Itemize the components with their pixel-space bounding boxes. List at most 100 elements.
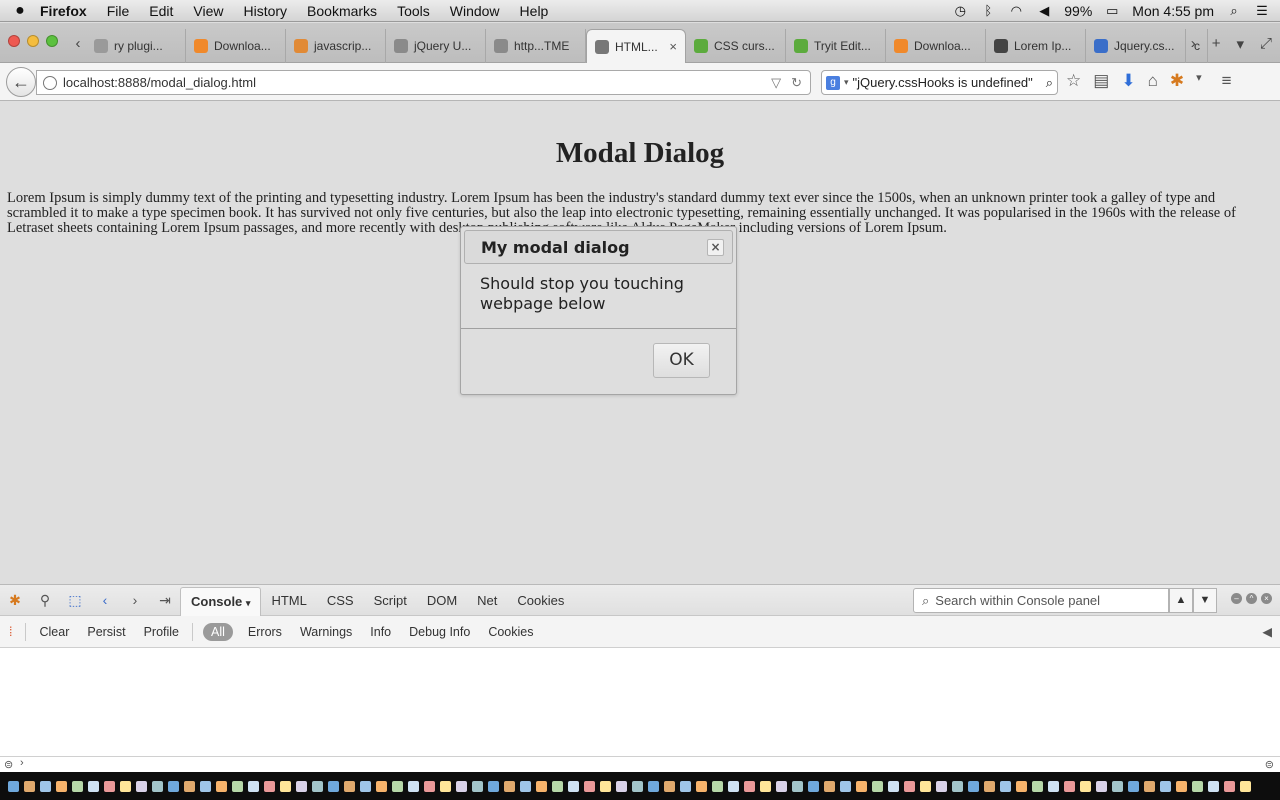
browser-tab[interactable]: Jquery.cs...: [1086, 29, 1186, 63]
open-menu-icon[interactable]: ≡: [1222, 71, 1232, 91]
search-previous-button[interactable]: ▲: [1169, 588, 1193, 613]
menu-edit[interactable]: Edit: [149, 3, 173, 19]
command-editor-icon[interactable]: ⇥: [150, 592, 180, 609]
home-icon[interactable]: ⌂: [1148, 71, 1158, 91]
dock-app-icon[interactable]: [1000, 781, 1011, 792]
firebug-close-icon[interactable]: ×: [1261, 593, 1272, 604]
dock-app-icon[interactable]: [392, 781, 403, 792]
dock-app-icon[interactable]: [552, 781, 563, 792]
select-element-icon[interactable]: ⬚: [60, 592, 90, 609]
clear-button[interactable]: Clear: [30, 625, 78, 639]
command-line[interactable]: ⊜ › ⊜: [0, 756, 1280, 772]
browser-tab[interactable]: ry plugi...: [86, 29, 186, 63]
dock-app-icon[interactable]: [744, 781, 755, 792]
dock-app-icon[interactable]: [376, 781, 387, 792]
dock-app-icon[interactable]: [264, 781, 275, 792]
dock-app-icon[interactable]: [216, 781, 227, 792]
dialog-close-button[interactable]: ×: [707, 238, 724, 256]
dock-app-icon[interactable]: [408, 781, 419, 792]
dock-app-icon[interactable]: [8, 781, 19, 792]
dock-app-icon[interactable]: [312, 781, 323, 792]
tab-html[interactable]: HTML: [261, 593, 316, 608]
dock-app-icon[interactable]: [632, 781, 643, 792]
zoom-window-button[interactable]: [46, 35, 58, 47]
clock[interactable]: Mon 4:55 pm: [1132, 3, 1214, 19]
dock-app-icon[interactable]: [1064, 781, 1075, 792]
dock-app-icon[interactable]: [648, 781, 659, 792]
dock-app-icon[interactable]: [232, 781, 243, 792]
dialog-titlebar[interactable]: My modal dialog ×: [464, 230, 733, 264]
tab-script[interactable]: Script: [364, 593, 417, 608]
menu-window[interactable]: Window: [450, 3, 500, 19]
dock-app-icon[interactable]: [504, 781, 515, 792]
close-tab-icon[interactable]: ×: [669, 39, 677, 54]
dock-app-icon[interactable]: [168, 781, 179, 792]
menu-help[interactable]: Help: [520, 3, 549, 19]
dock-app-icon[interactable]: [952, 781, 963, 792]
side-panel-toggle-icon[interactable]: ◀: [1262, 624, 1272, 639]
dock-app-icon[interactable]: [72, 781, 83, 792]
search-icon[interactable]: ⌕: [1046, 75, 1053, 91]
menu-file[interactable]: File: [107, 3, 130, 19]
dock-app-icon[interactable]: [120, 781, 131, 792]
browser-tab[interactable]: http...TME: [486, 29, 586, 63]
dock-app-icon[interactable]: [536, 781, 547, 792]
dock-app-icon[interactable]: [712, 781, 723, 792]
fullscreen-icon[interactable]: ⤢: [1260, 35, 1272, 53]
tab-css[interactable]: CSS: [317, 593, 364, 608]
dock-app-icon[interactable]: [760, 781, 771, 792]
inspect-element-icon[interactable]: ⚲: [30, 592, 60, 609]
dock-app-icon[interactable]: [856, 781, 867, 792]
url-dropdown-icon[interactable]: ▽: [771, 75, 781, 91]
dock-app-icon[interactable]: [680, 781, 691, 792]
dock-app-icon[interactable]: [872, 781, 883, 792]
dock-app-icon[interactable]: [1224, 781, 1235, 792]
profile-button[interactable]: Profile: [135, 625, 188, 639]
dock-app-icon[interactable]: [520, 781, 531, 792]
filter-errors[interactable]: Errors: [239, 625, 291, 639]
history-forward-icon[interactable]: ›: [120, 592, 150, 608]
firebug-menu-button-icon[interactable]: ✱: [0, 592, 30, 609]
tabs-scroll-right-icon[interactable]: ›: [1191, 35, 1196, 53]
dock-app-icon[interactable]: [24, 781, 35, 792]
dock-app-icon[interactable]: [1128, 781, 1139, 792]
filter-debug-info[interactable]: Debug Info: [400, 625, 479, 639]
dock-app-icon[interactable]: [152, 781, 163, 792]
menu-app-name[interactable]: Firefox: [40, 3, 87, 19]
browser-tab[interactable]: Tryit Edit...: [786, 29, 886, 63]
dock-app-icon[interactable]: [968, 781, 979, 792]
bookmarks-menu-icon[interactable]: ▤: [1093, 71, 1109, 91]
console-search-placeholder[interactable]: Search within Console panel: [935, 593, 1100, 608]
dock-app-icon[interactable]: [296, 781, 307, 792]
minimize-window-button[interactable]: [27, 35, 39, 47]
dock-app-icon[interactable]: [56, 781, 67, 792]
dock-app-icon[interactable]: [664, 781, 675, 792]
dock-app-icon[interactable]: [1096, 781, 1107, 792]
bluetooth-icon[interactable]: ᛒ: [980, 3, 996, 18]
dock-app-icon[interactable]: [184, 781, 195, 792]
tab-console[interactable]: Console ▾: [180, 587, 262, 616]
menu-tools[interactable]: Tools: [397, 3, 430, 19]
console-search[interactable]: ⌕ Search within Console panel: [913, 588, 1169, 613]
dock-app-icon[interactable]: [456, 781, 467, 792]
dock-icons[interactable]: [0, 772, 1280, 800]
site-identity-icon[interactable]: [43, 75, 57, 90]
dock-app-icon[interactable]: [984, 781, 995, 792]
firebug-minimize-icon[interactable]: –: [1231, 593, 1242, 604]
browser-tab[interactable]: Downloa...: [886, 29, 986, 63]
url-bar[interactable]: localhost:8888/modal_dialog.html ▽ ↻: [36, 70, 811, 95]
console-options-icon[interactable]: ⁞: [0, 625, 21, 639]
dock-app-icon[interactable]: [616, 781, 627, 792]
list-all-tabs-icon[interactable]: ▾: [1236, 35, 1244, 53]
ok-button[interactable]: OK: [653, 343, 710, 378]
browser-tab[interactable]: jQuery U...: [386, 29, 486, 63]
dock-app-icon[interactable]: [1240, 781, 1251, 792]
dock-app-icon[interactable]: [792, 781, 803, 792]
search-bar[interactable]: g ▾ "jQuery.cssHooks is undefined" ⌕: [821, 70, 1058, 95]
tab-net[interactable]: Net: [467, 593, 507, 608]
battery-percent[interactable]: 99%: [1064, 3, 1092, 19]
firebug-icon[interactable]: ✱: [1170, 71, 1184, 91]
dock-app-icon[interactable]: [824, 781, 835, 792]
volume-icon[interactable]: ◀: [1036, 3, 1052, 18]
browser-tab[interactable]: Downloa...: [186, 29, 286, 63]
